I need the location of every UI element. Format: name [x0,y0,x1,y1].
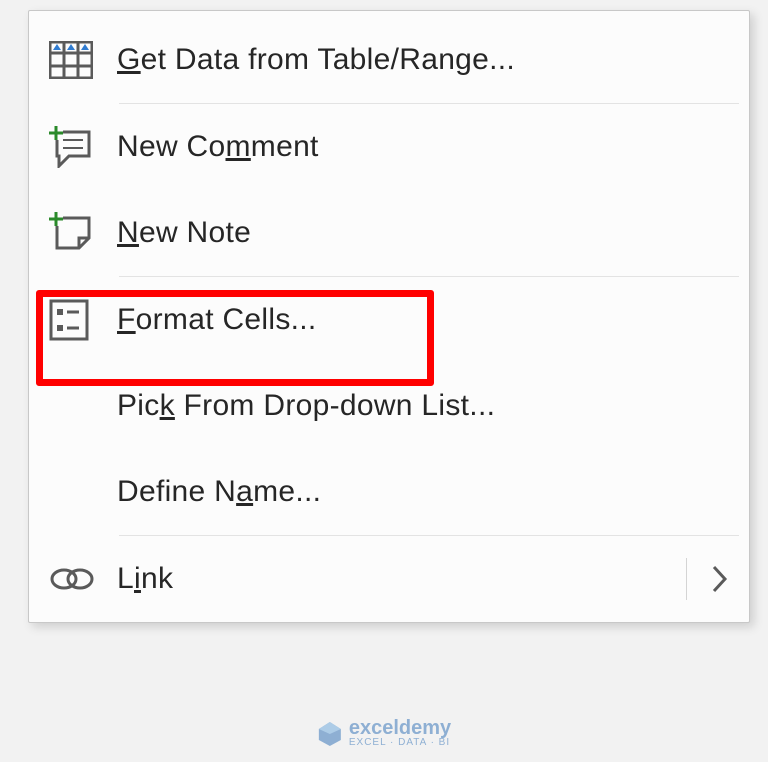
menu-item-label: New Comment [117,130,319,164]
watermark-brand: exceldemy [349,718,451,738]
menu-item-pick-from-list[interactable]: Pick From Drop-down List... [29,363,749,449]
menu-item-label: Get Data from Table/Range... [117,43,515,77]
menu-item-link[interactable]: Link [29,536,749,622]
watermark-logo-icon [317,720,343,746]
watermark-tagline: EXCEL · DATA · BI [349,738,451,748]
menu-item-get-data[interactable]: Get Data from Table/Range... [29,17,749,103]
menu-item-format-cells[interactable]: Format Cells... [29,277,749,363]
table-icon [49,41,117,79]
context-menu: Get Data from Table/Range... New Comment [28,10,750,623]
menu-item-label: Pick From Drop-down List... [117,389,495,423]
menu-item-label: Format Cells... [117,303,317,337]
link-icon [49,564,117,594]
watermark: exceldemy EXCEL · DATA · BI [317,718,451,748]
menu-item-label: New Note [117,216,251,250]
menu-item-new-comment[interactable]: New Comment [29,104,749,190]
chevron-right-icon[interactable] [711,564,729,594]
comment-plus-icon [49,126,117,168]
menu-item-label: Link [117,562,173,596]
menu-item-define-name[interactable]: Define Name... [29,449,749,535]
menu-item-new-note[interactable]: New Note [29,190,749,276]
format-cells-icon [49,299,117,341]
menu-item-label: Define Name... [117,475,321,509]
note-plus-icon [49,212,117,254]
submenu-divider [686,558,687,600]
